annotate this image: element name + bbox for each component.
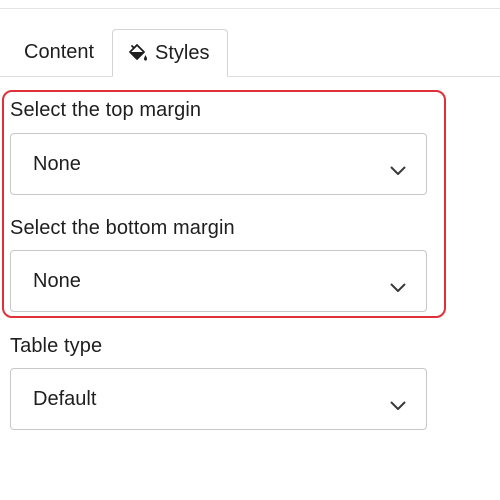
top-margin-label: Select the top margin (10, 99, 202, 121)
table-type-select[interactable]: Default (10, 368, 427, 430)
chevron-down-icon (390, 276, 406, 292)
chevron-down-icon (390, 394, 406, 410)
chevron-down-icon (390, 159, 406, 175)
bottom-margin-value: None (33, 269, 81, 292)
bottom-margin-select[interactable]: None (10, 250, 427, 312)
tab-content-label: Content (24, 41, 95, 63)
table-type-label: Table type (10, 335, 103, 357)
top-divider (0, 8, 500, 9)
tab-content[interactable]: Content (24, 29, 94, 76)
table-type-value: Default (33, 387, 97, 410)
tab-bar: Content Styles (0, 29, 500, 77)
paint-bucket-icon (127, 42, 149, 64)
tab-styles[interactable]: Styles (112, 29, 228, 77)
tab-styles-label: Styles (155, 41, 210, 64)
bottom-margin-label: Select the bottom margin (10, 217, 235, 239)
top-margin-select[interactable]: None (10, 133, 427, 195)
top-margin-value: None (33, 152, 81, 175)
